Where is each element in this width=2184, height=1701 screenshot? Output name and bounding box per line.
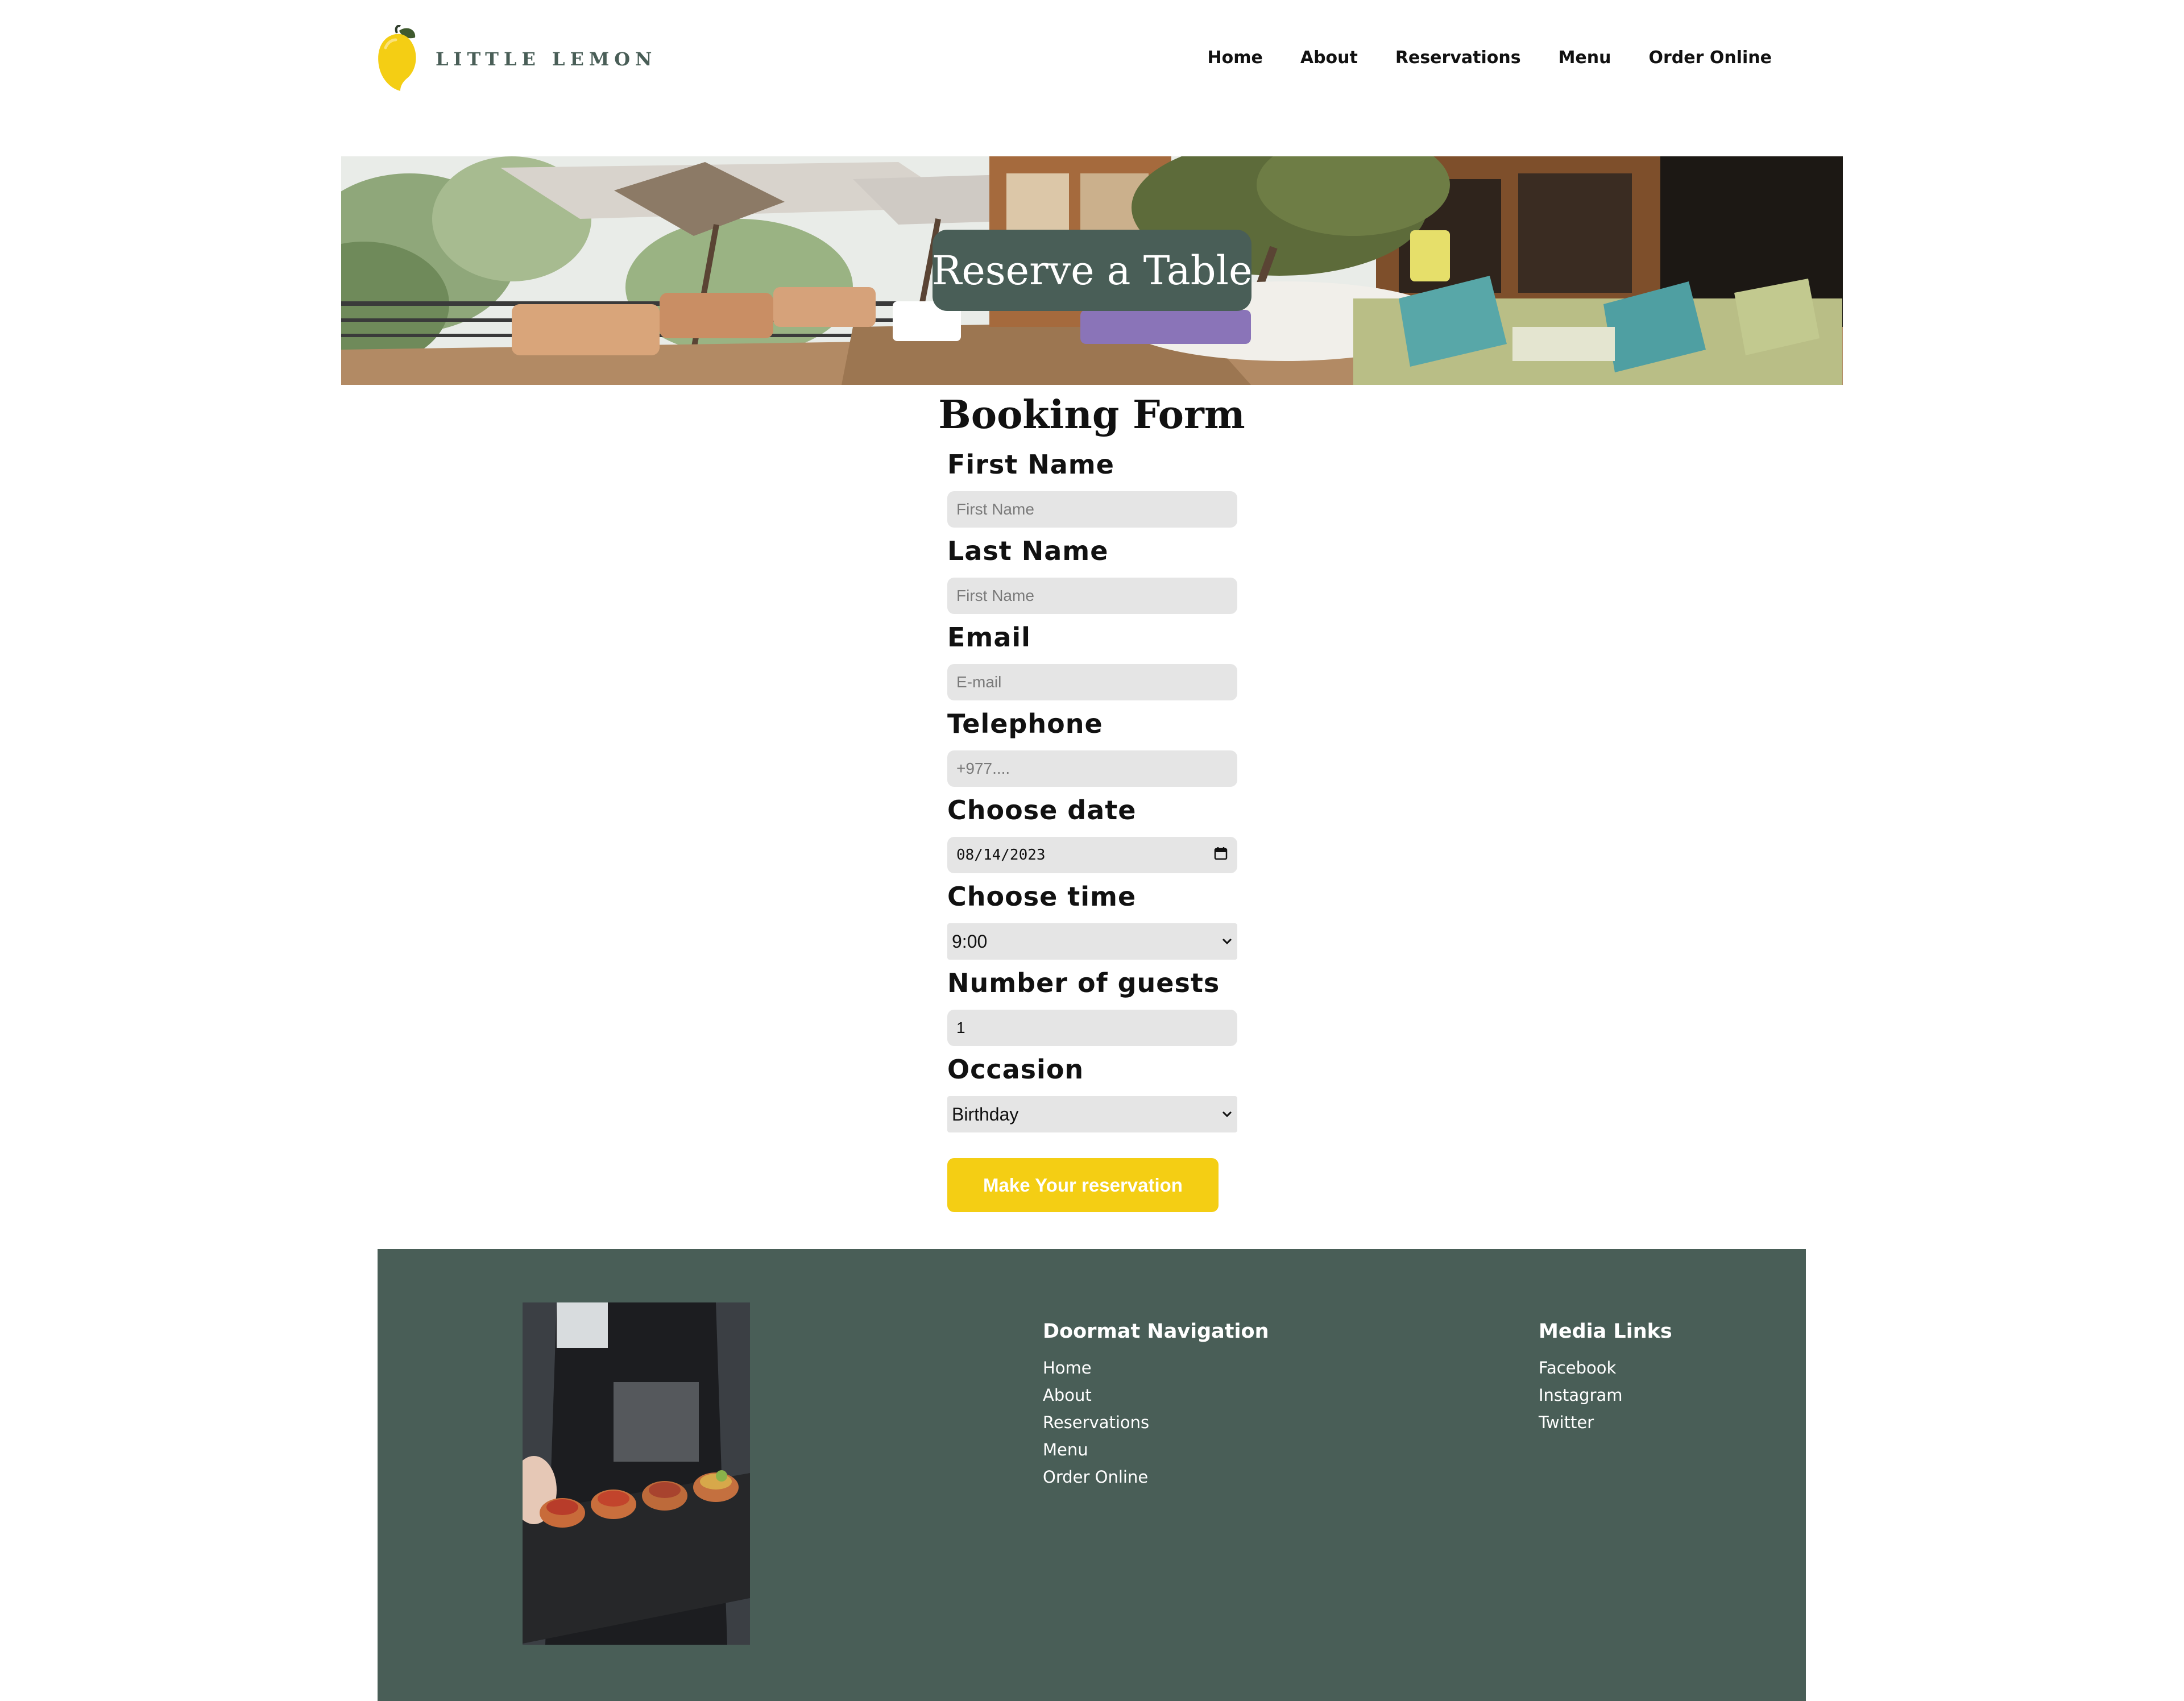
make-reservation-button[interactable]: Make Your reservation — [947, 1158, 1219, 1212]
time-select[interactable]: 9:00 — [947, 923, 1237, 960]
footer-link-instagram[interactable]: Instagram — [1539, 1381, 1672, 1409]
date-value: 08/14/2023 — [956, 847, 1046, 864]
date-input[interactable]: 08/14/2023 — [947, 837, 1237, 873]
site-header: LITTLE LEMON Home About Reservations Men… — [0, 0, 2184, 156]
occasion-label: Occasion — [947, 1054, 1084, 1085]
nav-reservations[interactable]: Reservations — [1395, 48, 1521, 68]
time-label: Choose time — [947, 881, 1137, 912]
guests-input[interactable]: 1 — [947, 1010, 1237, 1046]
occasion-value: Birthday — [952, 1103, 1019, 1125]
footer-food-image — [523, 1302, 750, 1645]
footer-link-menu[interactable]: Menu — [1043, 1436, 1269, 1463]
hero-banner: Reserve a Table — [341, 156, 1843, 385]
telephone-input[interactable] — [947, 750, 1237, 787]
occasion-select[interactable]: Birthday — [947, 1096, 1237, 1132]
telephone-label: Telephone — [947, 708, 1103, 739]
time-value: 9:00 — [952, 931, 988, 952]
date-label: Choose date — [947, 795, 1137, 825]
nav-menu[interactable]: Menu — [1559, 48, 1611, 68]
first-name-input[interactable] — [947, 491, 1237, 528]
doormat-navigation-heading: Doormat Navigation — [1043, 1320, 1269, 1343]
first-name-label: First Name — [947, 449, 1114, 480]
footer-link-about[interactable]: About — [1043, 1381, 1269, 1409]
media-links-heading: Media Links — [1539, 1320, 1672, 1343]
hero-title: Reserve a Table — [931, 247, 1253, 294]
hero-title-badge: Reserve a Table — [931, 230, 1253, 311]
site-footer: Doormat Navigation Home About Reservatio… — [378, 1249, 1806, 1701]
calendar-icon[interactable] — [1213, 846, 1228, 865]
guests-value: 1 — [956, 1019, 965, 1036]
chevron-down-icon — [1221, 934, 1233, 949]
footer-link-twitter[interactable]: Twitter — [1539, 1409, 1672, 1436]
last-name-label: Last Name — [947, 536, 1109, 566]
lemon-logo-icon — [375, 24, 420, 93]
last-name-input[interactable] — [947, 578, 1237, 614]
guests-label: Number of guests — [947, 968, 1220, 998]
nav-home[interactable]: Home — [1208, 48, 1263, 68]
nav-order-online[interactable]: Order Online — [1649, 48, 1772, 68]
footer-link-home[interactable]: Home — [1043, 1354, 1269, 1381]
logo[interactable]: LITTLE LEMON — [375, 24, 657, 93]
chevron-down-icon — [1221, 1107, 1233, 1122]
media-links: Media Links Facebook Instagram Twitter — [1539, 1320, 1672, 1436]
footer-link-reservations[interactable]: Reservations — [1043, 1409, 1269, 1436]
brand-name: LITTLE LEMON — [436, 48, 657, 70]
doormat-navigation: Doormat Navigation Home About Reservatio… — [1043, 1320, 1269, 1491]
footer-link-facebook[interactable]: Facebook — [1539, 1354, 1672, 1381]
main-nav: Home About Reservations Menu Order Onlin… — [1170, 48, 1772, 68]
footer-link-order-online[interactable]: Order Online — [1043, 1463, 1269, 1491]
email-label: Email — [947, 622, 1031, 653]
email-input[interactable] — [947, 664, 1237, 700]
nav-about[interactable]: About — [1300, 48, 1358, 68]
form-title: Booking Form — [938, 392, 1245, 438]
